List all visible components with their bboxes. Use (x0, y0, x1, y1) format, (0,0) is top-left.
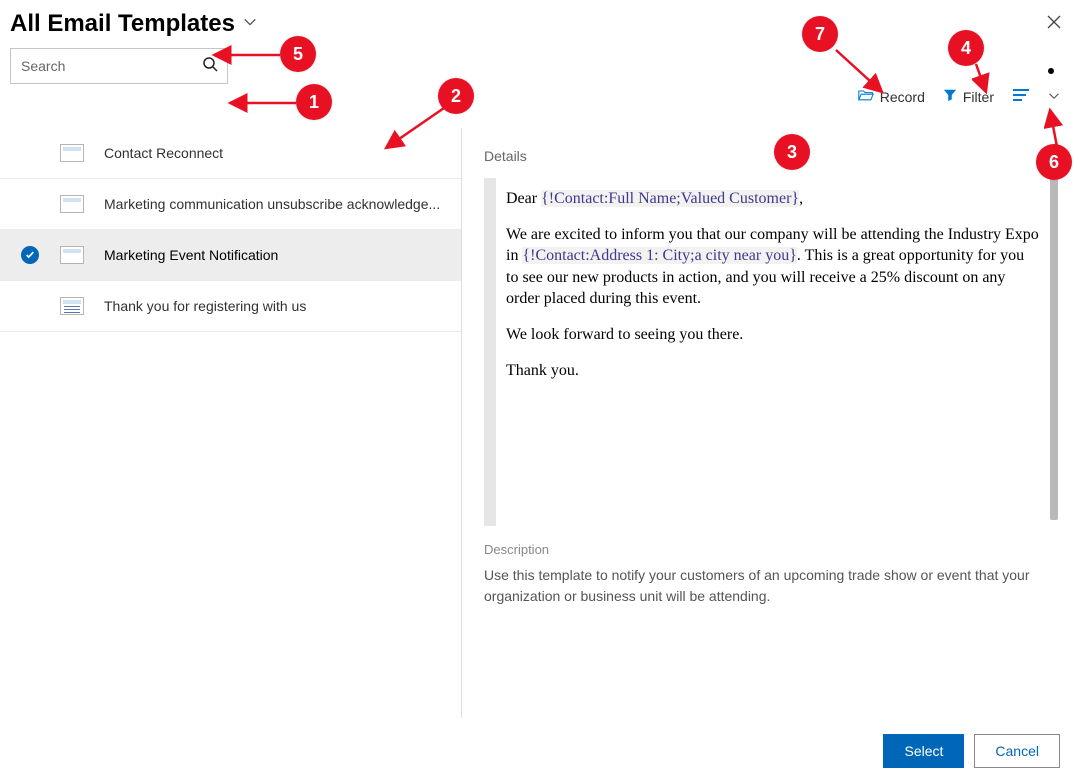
check-circle-icon (21, 246, 39, 264)
cancel-button[interactable]: Cancel (974, 734, 1060, 768)
status-dot (1048, 68, 1054, 74)
chevron-down-icon[interactable] (243, 15, 257, 34)
details-panel: Details Dear {!Contact:Full Name;Valued … (462, 128, 1084, 718)
annotation-badge: 2 (438, 78, 474, 114)
template-label: Contact Reconnect (104, 145, 441, 161)
folder-open-icon (858, 88, 874, 105)
chevron-down-icon[interactable] (1048, 89, 1060, 105)
select-button[interactable]: Select (883, 734, 964, 768)
annotation-badge: 3 (774, 134, 810, 170)
merge-token: {!Contact:Full Name;Valued Customer} (541, 190, 799, 207)
scrollbar[interactable] (1050, 178, 1058, 520)
template-label: Thank you for registering with us (104, 298, 441, 314)
search-input[interactable] (21, 58, 202, 74)
annotation-badge: 1 (296, 84, 332, 120)
description-label: Description (484, 542, 1058, 557)
annotation-badge: 6 (1036, 144, 1072, 180)
template-preview: Dear {!Contact:Full Name;Valued Customer… (484, 178, 1058, 526)
template-thumbnail (60, 246, 84, 264)
search-box[interactable] (10, 48, 228, 84)
view-title[interactable]: All Email Templates (10, 10, 235, 38)
close-icon[interactable] (1046, 14, 1062, 35)
preview-text: Dear (506, 190, 541, 207)
template-thumbnail (60, 297, 84, 315)
check-slot (20, 246, 40, 264)
search-icon[interactable] (202, 56, 218, 77)
template-item[interactable]: Thank you for registering with us (0, 281, 461, 332)
record-label: Record (880, 89, 925, 105)
annotation-badge: 7 (802, 16, 838, 52)
record-button[interactable]: Record (858, 88, 925, 105)
preview-text: , (799, 190, 803, 207)
template-item[interactable]: Marketing Event Notification (0, 230, 461, 281)
filter-label: Filter (963, 89, 994, 105)
annotation-arrow (226, 92, 298, 114)
details-heading: Details (484, 148, 1058, 164)
template-label: Marketing communication unsubscribe ackn… (104, 196, 441, 212)
filter-icon (943, 88, 957, 105)
template-list-panel: Contact Reconnect Marketing communication… (0, 128, 462, 718)
annotation-badge: 4 (948, 30, 984, 66)
template-label: Marketing Event Notification (104, 247, 441, 263)
template-item[interactable]: Marketing communication unsubscribe ackn… (0, 179, 461, 230)
template-thumbnail (60, 144, 84, 162)
list-lines-icon[interactable] (1012, 88, 1030, 105)
merge-token: {!Contact:Address 1: City;a city near yo… (522, 247, 796, 264)
preview-text: We look forward to seeing you there. (506, 324, 1040, 346)
description-text: Use this template to notify your custome… (484, 565, 1054, 607)
annotation-badge: 5 (280, 36, 316, 72)
filter-button[interactable]: Filter (943, 88, 994, 105)
template-thumbnail (60, 195, 84, 213)
template-item[interactable]: Contact Reconnect (0, 128, 461, 179)
preview-text: Thank you. (506, 360, 1040, 382)
